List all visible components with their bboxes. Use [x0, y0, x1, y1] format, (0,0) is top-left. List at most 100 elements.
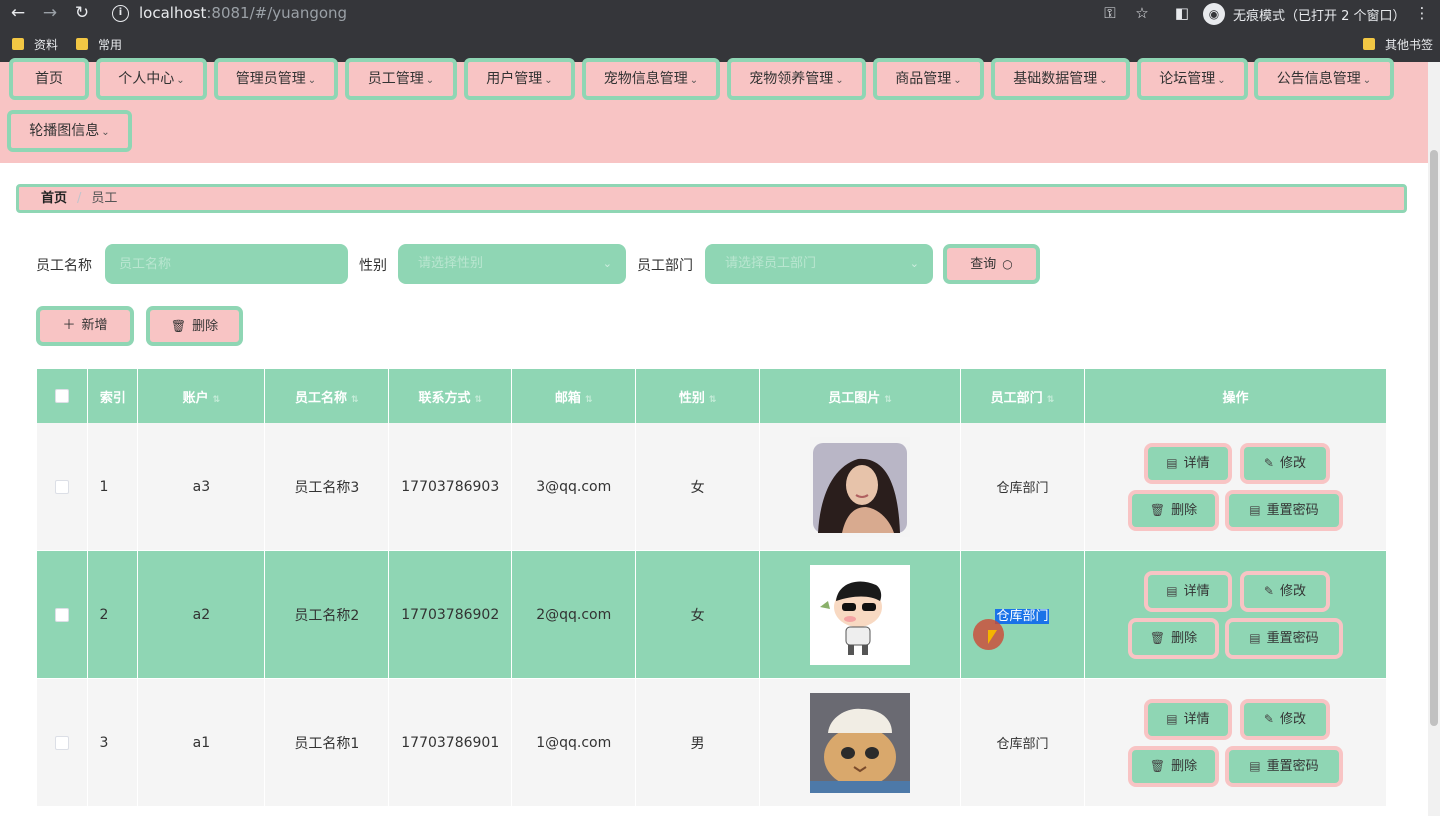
nav-item-carousel[interactable]: 轮播图信息 ⌄: [7, 110, 132, 152]
incognito-label[interactable]: 无痕模式（已打开 2 个窗口）: [1233, 5, 1406, 24]
sort-icon[interactable]: ⇅: [474, 395, 482, 405]
trash-icon: 🗑: [1149, 503, 1166, 517]
sort-icon[interactable]: ⇅: [709, 395, 717, 405]
reset-password-button[interactable]: ▤ 重置密码: [1224, 618, 1343, 659]
header-label: 员工图片: [828, 390, 881, 406]
detail-button[interactable]: ▤ 详情: [1143, 571, 1232, 612]
nav-item-employee-manage[interactable]: 员工管理 ⌄: [345, 58, 457, 100]
bookmark-folder-changyong[interactable]: 常用: [76, 37, 122, 53]
employee-table: 索引 账户 ⇅ 员工名称 ⇅ 联系方式 ⇅ 邮箱 ⇅ 性别 ⇅ 员工图片 ⇅ 员工部门 ⇅ 操…: [37, 369, 1386, 807]
dept-select-placeholder: 请选择员工部门: [725, 256, 817, 271]
delete-button[interactable]: 🗑 删除: [1127, 746, 1219, 787]
cell-photo: [759, 550, 961, 679]
star-icon[interactable]: ☆: [1130, 0, 1154, 28]
row-checkbox[interactable]: [55, 735, 70, 750]
scrollbar-thumb[interactable]: [1430, 150, 1438, 726]
reset-password-button[interactable]: ▤ 重置密码: [1224, 746, 1343, 787]
nav-item-base-data[interactable]: 基础数据管理 ⌄: [991, 58, 1130, 100]
dept-text: 仓库部门: [996, 481, 1049, 496]
employee-photo-cartoon[interactable]: [810, 564, 911, 665]
breadcrumb-separator: /: [77, 191, 82, 206]
nav-item-goods-manage[interactable]: 商品管理 ⌄: [873, 58, 984, 100]
nav-item-label: 宠物领养管理: [749, 71, 834, 87]
delete-button[interactable]: 🗑 删除: [1127, 618, 1219, 659]
nav-item-personal-center[interactable]: 个人中心 ⌄: [96, 58, 207, 100]
cell-gender: 男: [635, 678, 761, 807]
header-account[interactable]: 账户 ⇅: [137, 369, 266, 423]
add-button[interactable]: ＋ 新增: [36, 306, 134, 346]
bookmarks-bar: 资料 常用 其他书签: [0, 28, 1440, 62]
cell-phone: 17703786902: [388, 550, 513, 679]
row-checkbox[interactable]: [55, 479, 70, 494]
header-phone[interactable]: 联系方式 ⇅: [388, 369, 513, 423]
sort-icon[interactable]: ⇅: [884, 395, 892, 405]
dept-select[interactable]: 请选择员工部门 ⌄: [705, 244, 933, 284]
delete-button[interactable]: 🗑 删除: [1127, 490, 1219, 531]
nav-item-pet-adoption[interactable]: 宠物领养管理 ⌄: [727, 58, 866, 100]
key-icon[interactable]: ⚿: [1098, 0, 1122, 28]
delete-label: 删除: [1171, 631, 1198, 646]
nav-item-notice-manage[interactable]: 公告信息管理 ⌄: [1254, 58, 1394, 100]
edit-button[interactable]: ✎ 修改: [1239, 443, 1330, 484]
chevron-down-icon: ⌄: [953, 75, 962, 86]
nav-item-admin-manage[interactable]: 管理员管理 ⌄: [214, 58, 338, 100]
row-checkbox[interactable]: [55, 607, 70, 622]
nav-item-user-manage[interactable]: 用户管理 ⌄: [464, 58, 575, 100]
gender-select-placeholder: 请选择性别: [418, 256, 484, 271]
detail-button[interactable]: ▤ 详情: [1143, 699, 1232, 740]
incognito-icon[interactable]: ◉: [1203, 3, 1225, 25]
reset-label: 重置密码: [1266, 759, 1319, 774]
sidebar-icon[interactable]: ◧: [1170, 0, 1194, 28]
cell-index: 2: [87, 550, 139, 679]
detail-button[interactable]: ▤ 详情: [1143, 443, 1232, 484]
nav-item-forum-manage[interactable]: 论坛管理 ⌄: [1137, 58, 1248, 100]
reset-label: 重置密码: [1266, 631, 1319, 646]
employee-photo-woman[interactable]: [810, 436, 911, 537]
query-button[interactable]: 查询 ○: [943, 244, 1040, 284]
sort-icon[interactable]: ⇅: [1047, 395, 1055, 405]
edit-button[interactable]: ✎ 修改: [1239, 571, 1330, 612]
document-icon: ▤: [1249, 631, 1261, 645]
nav-item-pet-info[interactable]: 宠物信息管理 ⌄: [582, 58, 720, 100]
cell-email: 2@qq.com: [511, 550, 637, 679]
gender-select[interactable]: 请选择性别 ⌄: [398, 244, 626, 284]
header-photo[interactable]: 员工图片 ⇅: [759, 369, 961, 423]
bookmark-folder-other[interactable]: 其他书签: [1363, 37, 1433, 53]
sort-icon[interactable]: ⇅: [213, 395, 221, 405]
header-gender[interactable]: 性别 ⇅: [635, 369, 761, 423]
select-all-checkbox[interactable]: [55, 389, 70, 403]
sort-icon[interactable]: ⇅: [585, 395, 593, 405]
folder-icon: [1363, 38, 1375, 50]
chevron-down-icon: ⌄: [909, 257, 919, 270]
batch-delete-button[interactable]: 🗑 删除: [146, 306, 243, 346]
reload-icon[interactable]: ↻: [69, 0, 95, 28]
address-bar[interactable]: localhost:8081/#/yuangong: [139, 4, 347, 22]
browser-toolbar: ← → ↻ i localhost:8081/#/yuangong ⚿ ☆ ◧ …: [0, 0, 1440, 28]
edit-button[interactable]: ✎ 修改: [1239, 699, 1330, 740]
header-label: 邮箱: [554, 390, 581, 406]
cell-gender: 女: [635, 423, 761, 551]
nav-item-label: 用户管理: [486, 71, 543, 87]
employee-name-input[interactable]: [105, 244, 348, 284]
header-name[interactable]: 员工名称 ⇅: [264, 369, 390, 423]
pencil-icon: ✎: [1263, 456, 1274, 470]
site-info-icon[interactable]: i: [112, 5, 129, 22]
employee-photo-cat[interactable]: [810, 692, 911, 793]
header-index: 索引: [87, 369, 139, 423]
back-icon[interactable]: ←: [5, 0, 31, 28]
row-actions: ▤ 详情 ✎ 修改 🗑 删除 ▤ 重置密码: [1085, 551, 1386, 678]
menu-dots-icon[interactable]: ⋮: [1410, 0, 1434, 28]
nav-item-home[interactable]: 首页: [9, 58, 89, 100]
header-email[interactable]: 邮箱 ⇅: [511, 369, 637, 423]
header-label: 员工部门: [990, 390, 1043, 406]
reset-password-button[interactable]: ▤ 重置密码: [1224, 490, 1343, 531]
bookmark-folder-ziliao[interactable]: 资料: [12, 37, 58, 53]
header-dept[interactable]: 员工部门 ⇅: [960, 369, 1085, 423]
folder-icon: [76, 38, 88, 50]
nav-item-label: 商品管理: [895, 71, 952, 87]
forward-icon[interactable]: →: [37, 0, 63, 28]
sort-icon[interactable]: ⇅: [351, 395, 359, 405]
breadcrumb-home[interactable]: 首页: [41, 191, 67, 206]
header-label: 员工名称: [295, 390, 348, 406]
header-label: 操作: [1222, 390, 1249, 406]
